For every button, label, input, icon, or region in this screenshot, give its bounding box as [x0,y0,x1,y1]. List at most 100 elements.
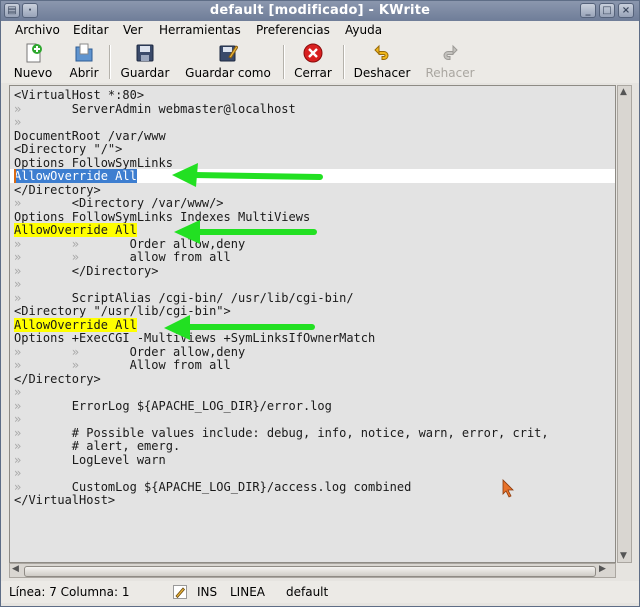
open-button[interactable]: Abrir [65,41,103,83]
scroll-left-icon[interactable]: ◀ [12,564,19,574]
code-line: Options +ExecCGI -MultiViews +SymLinksIf… [14,331,375,345]
scroll-down-icon[interactable]: ▼ [620,551,627,561]
code-text: Allow from all [129,358,231,372]
code-line: » » Allow from all [14,358,231,372]
code-text: # Possible values include: debug, info, … [71,425,549,440]
horizontal-scrollbar[interactable]: ◀ ▶ [9,563,616,578]
code-text: Order allow,deny [129,236,246,251]
code-line: » # Possible values include: debug, info… [14,426,549,440]
save-as-button[interactable]: Guardar como [183,41,273,83]
close-window-icon[interactable]: × [618,3,634,18]
code-text: Order allow,deny [129,344,246,359]
code-line: » [14,115,21,129]
menu-ver[interactable]: Ver [123,23,143,37]
code-text: LogLevel warn [71,452,166,467]
tab-marker: » [14,479,72,494]
kwrite-window: ▤ · default [modificado] - KWrite _ □ × … [0,0,640,607]
text-editor[interactable]: <VirtualHost *:80>» ServerAdmin webmaste… [9,85,616,563]
code-line: » » allow from all [14,250,231,264]
code-line: » [14,466,21,480]
toolbar: Nuevo Abrir Guardar Guardar como Cerrar … [1,41,639,83]
scroll-right-icon[interactable]: ▶ [599,564,606,574]
modified-pen-icon [173,585,187,599]
new-button[interactable]: Nuevo [11,41,55,83]
tab-marker: » [14,425,72,440]
code-text: AllowOverride All [14,223,137,237]
vertical-scrollbar[interactable]: ▲ ▼ [617,85,632,563]
tab-marker: » [71,358,130,372]
new-document-icon [26,43,42,63]
code-line: » [14,385,21,399]
tab-marker: » [14,250,72,264]
code-line: » [14,277,21,291]
tab-marker: » [14,412,22,426]
tab-marker: » [71,344,130,359]
toolbar-separator [343,45,345,79]
code-text: </Directory> [14,371,101,386]
close-icon [303,43,323,63]
code-text: ErrorLog ${APACHE_LOG_DIR}/error.log [71,398,332,413]
code-line: <Directory "/usr/lib/cgi-bin"> [14,304,231,318]
scroll-up-icon[interactable]: ▲ [620,87,627,97]
code-text: </Directory> [71,263,159,278]
code-line: » [14,412,21,426]
selection-mode[interactable]: LINEA [230,585,265,599]
code-text: CustomLog ${APACHE_LOG_DIR}/access.log c… [71,479,412,494]
save-icon [136,44,154,62]
tab-marker: » [14,398,72,413]
syntax-mode[interactable]: default [286,585,328,599]
maximize-icon[interactable]: □ [599,3,615,18]
tab-marker: » [71,236,130,251]
code-text: ServerAdmin webmaster@localhost [71,101,296,116]
minimize-icon[interactable]: _ [580,3,596,18]
insert-mode[interactable]: INS [197,585,217,599]
tab-marker: » [14,115,22,129]
code-text: # alert, emerg. [71,439,181,453]
tab-marker: » [14,358,72,372]
title-bar[interactable]: ▤ · default [modificado] - KWrite _ □ × [1,1,639,21]
code-line: </VirtualHost> [14,493,115,507]
undo-button[interactable]: Deshacer [351,41,413,83]
code-text: </Directory> [14,182,101,197]
tab-marker: » [14,344,72,359]
menu-bar: Archivo Editar Ver Herramientas Preferen… [1,21,639,41]
redo-button[interactable]: Rehacer [423,41,477,83]
code-line: » » Order allow,deny [14,237,245,251]
menu-ayuda[interactable]: Ayuda [345,23,382,37]
code-line: AllowOverride All [14,317,137,332]
code-line: Options FollowSymLinks [14,156,173,170]
code-line: » # alert, emerg. [14,439,180,453]
code-line: AllowOverride All [14,169,137,183]
tab-marker: » [14,385,22,399]
status-bar: Línea: 7 Columna: 1 INS LINEA default [1,581,639,603]
menu-archivo[interactable]: Archivo [15,23,60,37]
code-text: Options +ExecCGI -MultiViews +SymLinksIf… [14,331,376,345]
code-line: » CustomLog ${APACHE_LOG_DIR}/access.log… [14,480,411,494]
tab-marker: » [14,101,72,116]
code-text: <Directory /var/www/> [71,196,224,210]
code-text: <VirtualHost *:80> [14,88,145,102]
code-line: </Directory> [14,183,101,197]
close-button[interactable]: Cerrar [291,41,335,83]
menu-editar[interactable]: Editar [73,23,109,37]
tab-marker: » [14,196,72,210]
tab-marker: » [14,466,22,480]
window-title: default [modificado] - KWrite [209,3,431,18]
code-text: <Directory "/"> [14,142,123,156]
cursor-position: Línea: 7 Columna: 1 [9,585,130,599]
menu-herramientas[interactable]: Herramientas [159,23,241,37]
code-text: DocumentRoot /var/www [14,128,166,143]
save-button[interactable]: Guardar [115,41,175,83]
code-text: allow from all [129,250,231,264]
code-line: <Directory "/"> [14,142,122,156]
horizontal-scroll-thumb[interactable] [24,566,596,577]
code-line: » ErrorLog ${APACHE_LOG_DIR}/error.log [14,399,332,413]
code-text: </VirtualHost> [14,493,116,507]
code-line: Options FollowSymLinks Indexes MultiView… [14,210,310,224]
open-folder-icon [75,43,93,62]
toolbar-separator [283,45,285,79]
code-line: » LogLevel warn [14,453,166,467]
tab-marker: » [14,263,72,278]
tab-marker: » [71,250,130,264]
menu-preferencias[interactable]: Preferencias [256,23,330,37]
